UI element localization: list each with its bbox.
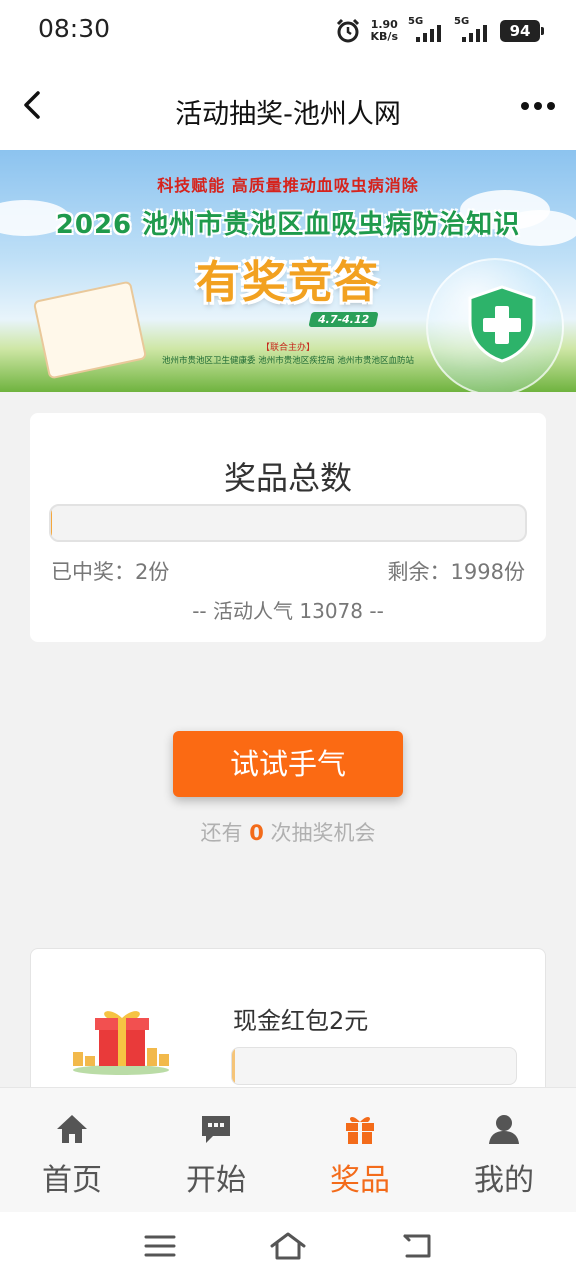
dot-icon xyxy=(521,102,529,110)
tab-home[interactable]: 首页 xyxy=(0,1088,144,1212)
dot-icon xyxy=(547,102,555,110)
banner-dates: 4.7-4.12 xyxy=(308,312,379,327)
header: 活动抽奖-池州人网 xyxy=(0,62,576,150)
chances-count: 0 xyxy=(249,821,264,845)
try-luck-button[interactable]: 试试手气 xyxy=(173,731,403,797)
tab-mine[interactable]: 我的 xyxy=(432,1088,576,1212)
back-icon xyxy=(403,1234,431,1258)
alarm-icon xyxy=(336,18,359,43)
back-nav-button[interactable] xyxy=(396,1228,436,1264)
page-title: 活动抽奖-池州人网 xyxy=(175,99,401,130)
home-button[interactable] xyxy=(268,1228,308,1264)
prize-progress-bar xyxy=(49,504,527,542)
home-icon xyxy=(57,1115,87,1143)
home-outline-icon xyxy=(270,1232,306,1260)
status-time: 08:30 xyxy=(38,14,111,43)
system-nav-bar xyxy=(0,1212,576,1280)
tab-label: 奖品 xyxy=(330,1163,390,1198)
banner-organizers: 池州市贵池区卫生健康委 池州市贵池区疾控局 池州市贵池区血防站 xyxy=(162,356,414,366)
status-bar: 08:30 1.90 KB/s 5G 5G 94 xyxy=(0,0,576,62)
tab-prizes[interactable]: 奖品 xyxy=(288,1088,432,1212)
gift-box-icon xyxy=(73,1011,169,1075)
prize-summary-card: 奖品总数 已中奖：2份 剩余：1998份 -- 活动人气 13078 -- xyxy=(30,413,546,642)
remaining-count: 剩余：1998份 xyxy=(387,560,525,584)
net-speed-unit: KB/s xyxy=(370,30,398,43)
tab-label: 开始 xyxy=(186,1163,246,1198)
user-icon xyxy=(489,1115,519,1144)
prize-name: 现金红包2元 xyxy=(233,1007,369,1035)
dot-icon xyxy=(534,102,542,110)
chances-suffix: 次抽奖机会 xyxy=(263,821,376,845)
banner-main-title: 有奖竞答 xyxy=(196,257,380,308)
tab-label: 我的 xyxy=(474,1163,534,1198)
prize-item-progress-fill xyxy=(232,1048,235,1084)
chances-prefix: 还有 xyxy=(200,821,250,845)
activity-banner: 科技赋能 高质量推动血吸虫病消除 2026 池州市贵池区血吸虫病防治知识 有奖竞… xyxy=(0,150,576,392)
battery-icon: 94 xyxy=(500,20,544,42)
lottery-chances: 还有 0 次抽奖机会 xyxy=(0,817,576,847)
menu-button[interactable] xyxy=(140,1228,180,1264)
tab-label: 首页 xyxy=(42,1163,102,1198)
banner-joint-label: 【联合主办】 xyxy=(260,343,315,353)
banner-slogan: 科技赋能 高质量推动血吸虫病消除 xyxy=(157,176,419,195)
prize-item-progress-bar xyxy=(231,1047,517,1085)
signal-icon: 5G xyxy=(454,16,490,44)
won-count: 已中奖：2份 xyxy=(51,560,170,584)
status-indicators: 1.90 KB/s 5G 5G 94 xyxy=(335,16,544,46)
net-speed: 1.90 KB/s xyxy=(371,19,398,43)
menu-icon xyxy=(144,1235,176,1257)
banner-headline: 2026 池州市贵池区血吸虫病防治知识 xyxy=(55,210,521,240)
more-button[interactable] xyxy=(514,88,562,124)
gift-icon xyxy=(346,1116,374,1144)
prize-total-title: 奖品总数 xyxy=(223,459,352,497)
chat-icon xyxy=(202,1116,230,1143)
bottom-tab-bar: 首页 开始 奖品 我的 xyxy=(0,1087,576,1212)
signal-icon: 5G xyxy=(408,16,444,44)
popularity-text: -- 活动人气 13078 -- xyxy=(192,599,384,623)
tab-start[interactable]: 开始 xyxy=(144,1088,288,1212)
